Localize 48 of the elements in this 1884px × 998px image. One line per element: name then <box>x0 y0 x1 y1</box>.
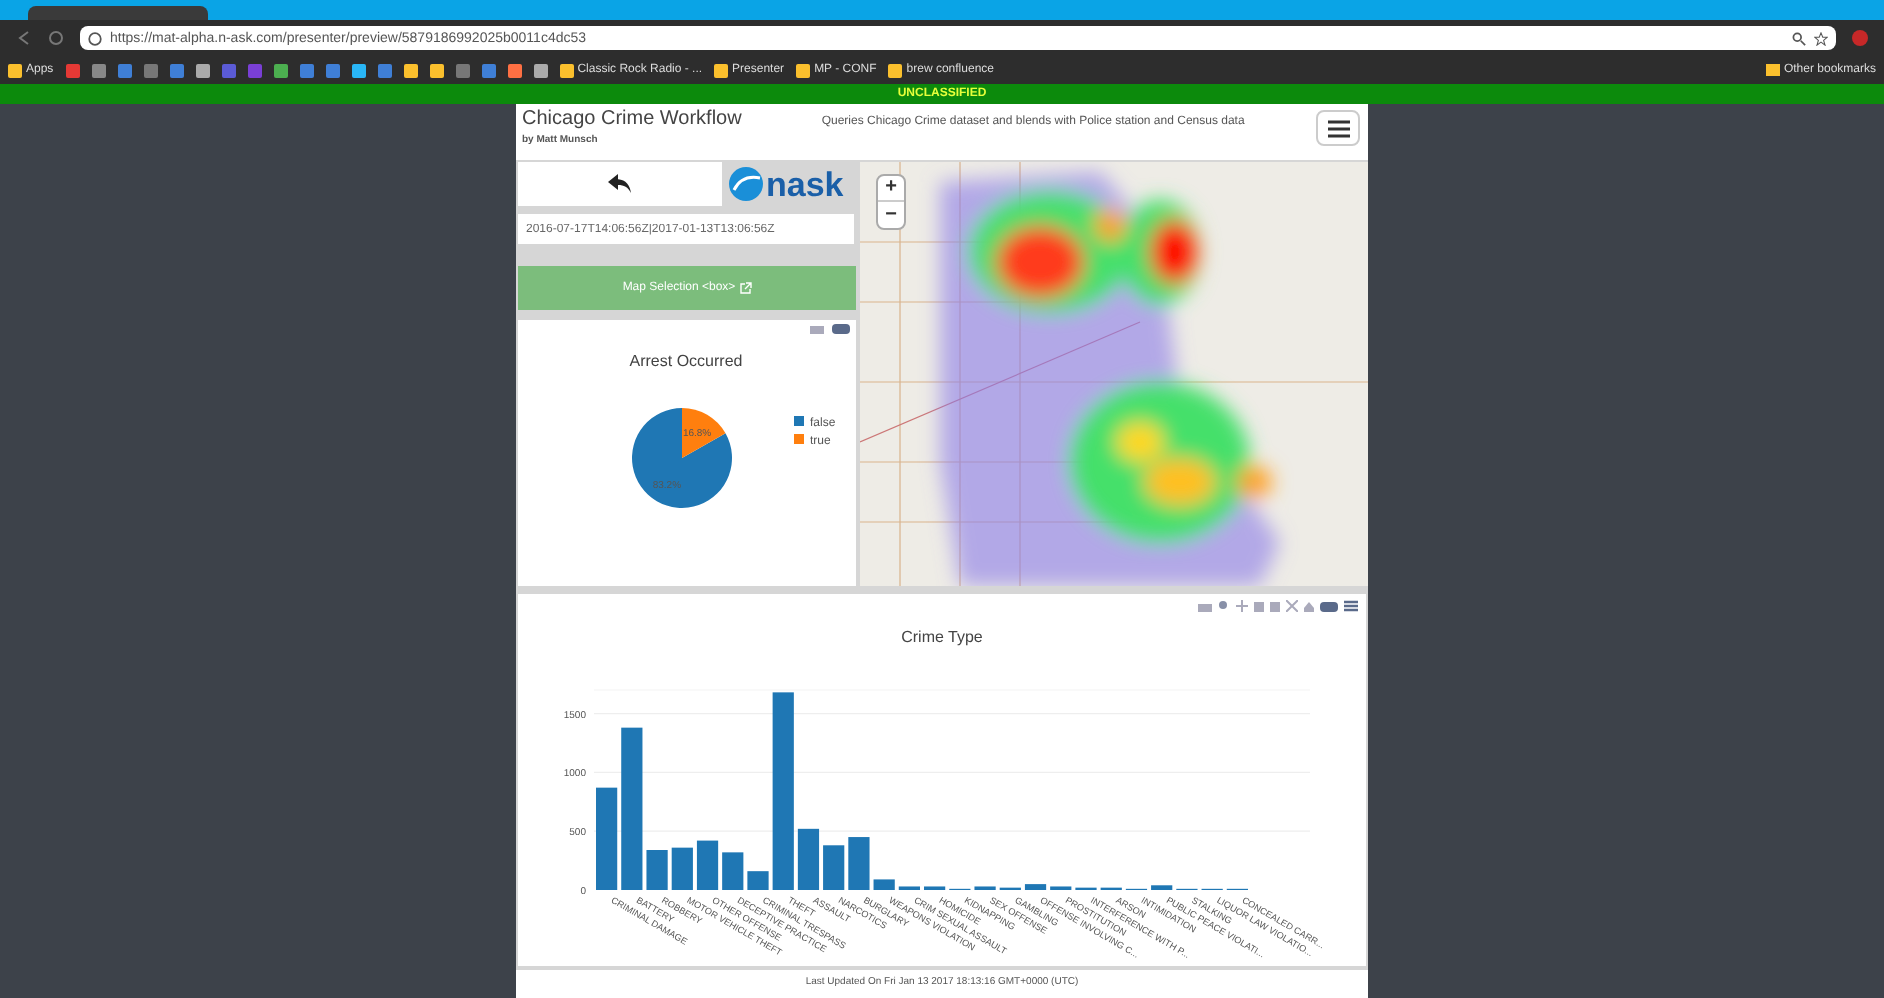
bar <box>1024 884 1047 890</box>
bookmark-icon <box>796 63 811 77</box>
menu-button[interactable] <box>1316 110 1360 146</box>
bar <box>596 787 618 890</box>
zoom-out-box-icon[interactable] <box>1270 601 1280 611</box>
menu-icon <box>1327 119 1349 137</box>
bar <box>747 871 769 890</box>
home-icon[interactable] <box>1304 601 1314 611</box>
chart-title: Crime Type <box>901 628 983 646</box>
external-link-icon <box>739 282 752 294</box>
logo-text: nask <box>766 167 844 201</box>
bar <box>797 828 820 890</box>
legend-swatch <box>794 434 804 444</box>
logo-icon <box>728 166 764 202</box>
bookmark-icon <box>8 63 22 77</box>
zoom-icon[interactable] <box>1218 600 1230 612</box>
camera-icon[interactable] <box>810 324 824 334</box>
bar <box>722 852 744 890</box>
reply-arrow-icon <box>608 174 632 194</box>
extension-icon[interactable] <box>1852 30 1868 46</box>
bar <box>823 845 845 890</box>
back-icon[interactable] <box>16 30 32 46</box>
bar <box>646 850 668 890</box>
bar <box>671 847 693 890</box>
pan-icon[interactable] <box>1236 600 1248 612</box>
zoom-box-icon[interactable] <box>1254 601 1264 611</box>
menu-icon[interactable] <box>1344 600 1358 612</box>
plotly-logo-icon[interactable] <box>832 324 850 334</box>
plotly-logo-icon[interactable] <box>1320 601 1338 611</box>
bar <box>848 837 870 890</box>
bookmark-icon <box>714 63 729 77</box>
bar <box>696 840 719 890</box>
autoscale-icon[interactable] <box>1286 600 1298 612</box>
zoom-out-button[interactable]: − <box>878 202 904 228</box>
legend-swatch <box>794 416 804 426</box>
search-icon[interactable] <box>1792 31 1806 45</box>
chart-title: Arrest Occurred <box>629 352 743 370</box>
bar <box>873 879 895 890</box>
workflow-title: Chicago Crime Workflow <box>522 110 742 130</box>
zoom-in-button[interactable]: + <box>878 176 904 202</box>
camera-icon[interactable] <box>1198 601 1212 611</box>
heatmap-map[interactable]: + − <box>860 162 1368 586</box>
info-icon <box>88 31 102 45</box>
star-icon[interactable] <box>1814 31 1828 45</box>
folder-icon <box>1765 64 1780 76</box>
bookmark-icon <box>888 63 903 77</box>
bar <box>1151 885 1173 890</box>
reload-icon[interactable] <box>48 30 64 46</box>
